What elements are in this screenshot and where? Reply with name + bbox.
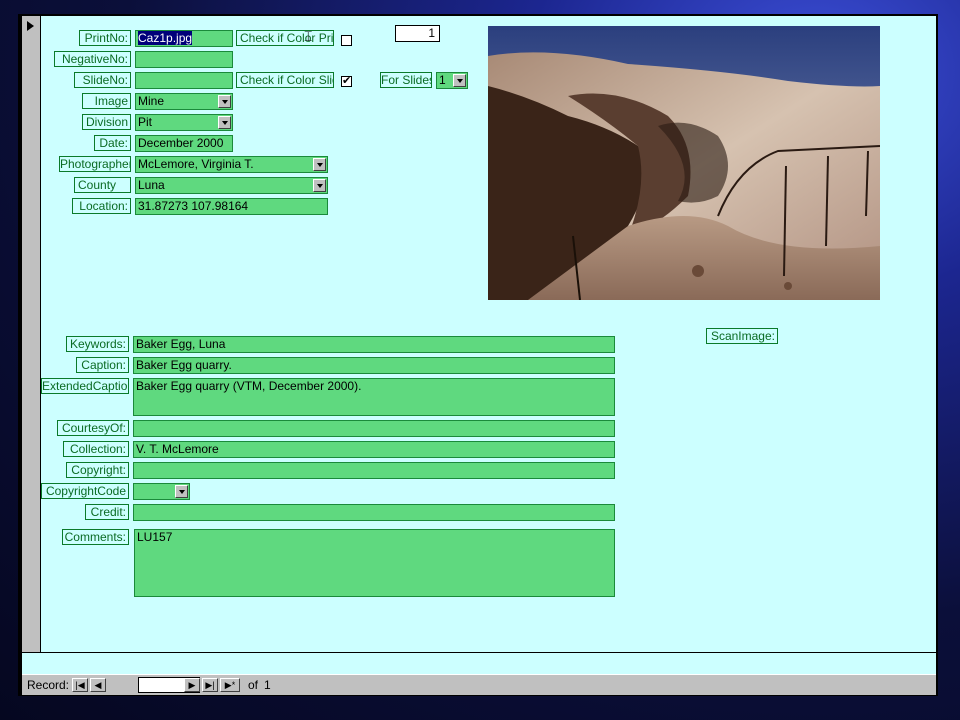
first-record-button[interactable]: |◀ (72, 678, 88, 692)
comments-label: Comments: (62, 529, 129, 545)
total-records: 1 (264, 678, 271, 692)
division-label: Division (82, 114, 131, 130)
slideno-label: SlideNo: (74, 72, 131, 88)
photographer-label: Photographer (59, 156, 131, 172)
image-value: Mine (138, 94, 165, 108)
checkmark-icon: ✔ (342, 75, 352, 87)
next-record-icon: ▶ (188, 680, 196, 690)
copyright-code-combo[interactable] (133, 483, 190, 500)
chevron-down-icon[interactable] (218, 95, 231, 108)
form-footer (22, 652, 936, 675)
next-record-button[interactable]: ▶ (184, 678, 200, 692)
copyright-code-label: CopyrightCode (41, 483, 129, 499)
previous-record-icon: ◀ (94, 680, 102, 690)
keywords-label: Keywords: (66, 336, 129, 352)
negativeno-field[interactable] (135, 51, 233, 68)
keywords-field[interactable]: Baker Egg, Luna (133, 336, 615, 353)
credit-label: Credit: (85, 504, 129, 520)
copyright-label: Copyright: (66, 462, 129, 478)
chevron-down-icon[interactable] (313, 158, 326, 171)
divider (40, 16, 41, 652)
county-combo[interactable]: Luna (135, 177, 328, 194)
date-label: Date: (94, 135, 131, 151)
for-slides-value: 1 (439, 73, 446, 87)
credit-field[interactable] (133, 504, 615, 521)
photographer-combo[interactable]: McLemore, Virginia T. (135, 156, 328, 173)
collection-label: Collection: (63, 441, 129, 457)
chevron-down-icon[interactable] (453, 74, 466, 87)
division-combo[interactable]: Pit (135, 114, 233, 131)
negativeno-label: NegativeNo: (54, 51, 131, 67)
counter-field[interactable]: 1 (395, 25, 440, 42)
new-record-button[interactable]: ▶* (220, 678, 240, 692)
county-label: County (74, 177, 131, 193)
location-field[interactable]: 31.87273 107.98164 (135, 198, 328, 215)
chevron-down-icon[interactable] (313, 179, 326, 192)
for-slides-label: For Slides (380, 72, 432, 88)
scan-image-label: ScanImage: (706, 328, 778, 344)
new-record-icon: ▶* (224, 680, 236, 690)
chevron-down-icon[interactable] (175, 485, 188, 498)
of-label: of (248, 678, 259, 692)
ibeam-cursor-icon: ⌶ (304, 28, 313, 44)
printno-label: PrintNo: (79, 30, 131, 46)
slideno-field[interactable] (135, 72, 233, 89)
image-combo[interactable]: Mine (135, 93, 233, 110)
caption-field[interactable]: Baker Egg quarry. (133, 357, 615, 374)
division-value: Pit (138, 115, 153, 129)
color-slide-checkbox[interactable]: ✔ (341, 76, 352, 87)
printno-value: Caz1p.jpg (138, 31, 193, 45)
caption-label: Caption: (76, 357, 129, 373)
last-record-button[interactable]: ▶| (202, 678, 218, 692)
collection-field[interactable]: V. T. McLemore (133, 441, 615, 458)
courtesy-of-field[interactable] (133, 420, 615, 437)
last-record-icon: ▶| (205, 680, 215, 690)
record-navigation-bar: Record: |◀ ◀ 1 ▶ ▶| ▶* of 1 (22, 674, 936, 695)
photographer-value: McLemore, Virginia T. (138, 157, 254, 171)
first-record-icon: |◀ (75, 680, 85, 690)
comments-field[interactable]: LU157 (134, 529, 615, 597)
color-print-label: Check if Color Print (236, 30, 334, 46)
record-selector[interactable] (22, 16, 41, 652)
image-label: Image (82, 93, 131, 109)
current-record-arrow-icon (27, 21, 34, 31)
extended-caption-label: ExtendedCaption: (41, 378, 129, 394)
color-print-checkbox[interactable] (341, 35, 352, 46)
chevron-down-icon[interactable] (218, 116, 231, 129)
courtesy-of-label: CourtesyOf: (57, 420, 129, 436)
for-slides-combo[interactable]: 1 (436, 72, 468, 89)
scan-image-photo (488, 26, 880, 300)
date-field[interactable]: December 2000 (135, 135, 233, 152)
copyright-field[interactable] (133, 462, 615, 479)
location-label: Location: (72, 198, 131, 214)
previous-record-button[interactable]: ◀ (90, 678, 106, 692)
extended-caption-field[interactable]: Baker Egg quarry (VTM, December 2000). (133, 378, 615, 416)
record-label: Record: (27, 678, 70, 692)
printno-field[interactable]: Caz1p.jpg (135, 30, 233, 47)
color-slide-label: Check if Color Slide (236, 72, 334, 88)
county-value: Luna (138, 178, 165, 192)
